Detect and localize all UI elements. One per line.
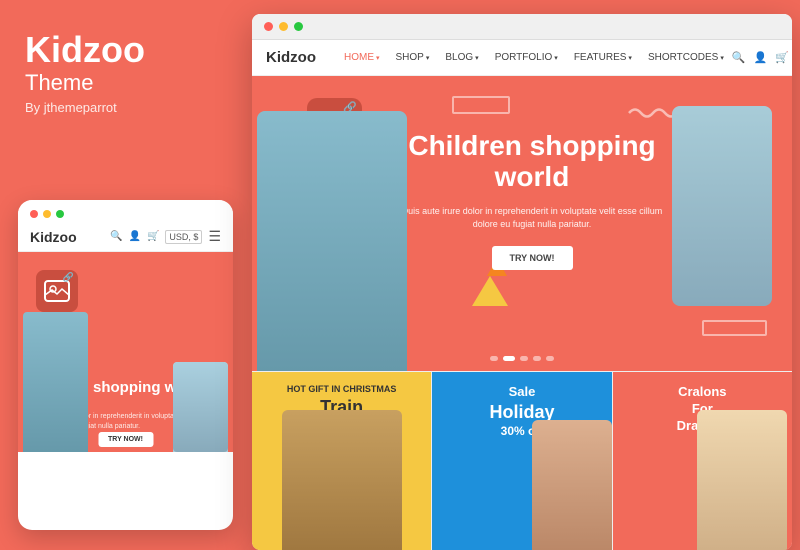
deco-triangle-yellow [472,276,508,306]
nav-item-features[interactable]: FEATURES ▾ [566,52,640,63]
browser-dot-yellow [279,22,288,31]
hero-dot-3[interactable] [520,356,528,361]
hero-girl-image [257,111,407,371]
mobile-nav-icons: 🔍 👤 🛒 USD, $ ☰ [110,228,221,245]
product-cralons-image [697,410,787,550]
product-card-cralons[interactable]: Cralons For Drawing [613,372,792,550]
nav-user-icon[interactable]: 👤 [754,51,768,64]
mobile-user-icon[interactable]: 👤 [129,231,141,242]
site-nav: Kidzoo HOME ▾ SHOP ▾ BLOG ▾ PORTFOLIO ▾ … [252,40,792,76]
products-row: HOT GIFT IN CHRISTMAS Train Sale Holiday… [252,371,792,550]
hero-dot-1[interactable] [490,356,498,361]
deco-rect-bottom [702,320,767,336]
mobile-hero-girl [23,312,88,452]
browser-mockup: Kidzoo HOME ▾ SHOP ▾ BLOG ▾ PORTFOLIO ▾ … [252,14,792,550]
nav-caret-portfolio: ▾ [554,54,558,62]
mobile-search-icon[interactable]: 🔍 [110,231,122,242]
product-train-line1: HOT GIFT IN CHRISTMAS [252,384,431,396]
mobile-hero-logo: 🔗 [36,270,78,312]
nav-search-icon[interactable]: 🔍 [732,51,746,64]
hero-title: Children shopping world [392,131,672,193]
site-hero: 🔗 ‹ Children shopping world Duis aute ir… [252,76,792,371]
nav-item-blog[interactable]: BLOG ▾ [437,52,486,63]
hero-carousel-dots [490,356,554,361]
nav-item-portfolio[interactable]: PORTFOLIO ▾ [487,52,566,63]
mobile-menu-icon[interactable]: ☰ [208,228,221,245]
hero-dot-4[interactable] [533,356,541,361]
deco-rect-top [452,96,510,114]
brand-subtitle: Theme [25,70,223,96]
hero-dot-2[interactable] [503,356,515,361]
mobile-currency[interactable]: USD, $ [165,230,202,244]
product-sale-line1: Sale [432,384,611,401]
brand-name: Kidzoo [25,30,223,70]
site-logo: Kidzoo [266,49,316,66]
hero-cta-button[interactable]: TRY NOW! [492,246,573,270]
nav-items: HOME ▾ SHOP ▾ BLOG ▾ PORTFOLIO ▾ FEATURE… [336,52,732,63]
mobile-browser-dots [18,200,233,224]
hero-dot-5[interactable] [546,356,554,361]
nav-item-shop[interactable]: SHOP ▾ [388,52,438,63]
nav-cart-icon[interactable]: 🛒 [775,51,789,64]
hero-baby-image [672,106,772,306]
product-sale-image [532,420,612,550]
nav-item-shortcodes[interactable]: SHORTCODES ▾ [640,52,732,63]
hero-desc: Duis aute irure dolor in reprehenderit i… [392,205,672,232]
browser-chrome [252,14,792,40]
mobile-logo: Kidzoo [30,229,77,245]
nav-caret-features: ▾ [628,54,632,62]
nav-caret-shortcodes: ▾ [720,54,724,62]
product-train-image [282,410,402,550]
mobile-mockup: Kidzoo 🔍 👤 🛒 USD, $ ☰ 🔗 Children shoppin… [18,200,233,530]
nav-right-icons: 🔍 👤 🛒 USD, $ [732,45,792,71]
mobile-dot-green [56,210,64,218]
mobile-dot-yellow [43,210,51,218]
nav-caret-shop: ▾ [426,54,430,62]
product-card-train[interactable]: HOT GIFT IN CHRISTMAS Train [252,372,432,550]
browser-dot-green [294,22,303,31]
mobile-hero-baby [173,362,228,452]
hero-content: Children shopping world Duis aute irure … [392,131,672,270]
product-cralons-line1: Cralons [613,384,792,401]
mobile-dot-red [30,210,38,218]
nav-item-home[interactable]: HOME ▾ [336,52,388,63]
product-card-sale[interactable]: Sale Holiday 30% off [432,372,612,550]
mobile-header: Kidzoo 🔍 👤 🛒 USD, $ ☰ [18,224,233,252]
brand-author: By jthemeparrot [25,100,223,115]
nav-caret-blog: ▾ [475,54,479,62]
mobile-cart-icon[interactable]: 🛒 [147,231,159,242]
browser-dot-red [264,22,273,31]
mobile-cta-button[interactable]: TRY NOW! [98,432,153,447]
mobile-hero: 🔗 Children shopping world Duis aute irur… [18,252,233,452]
nav-caret-home: ▾ [376,54,380,62]
